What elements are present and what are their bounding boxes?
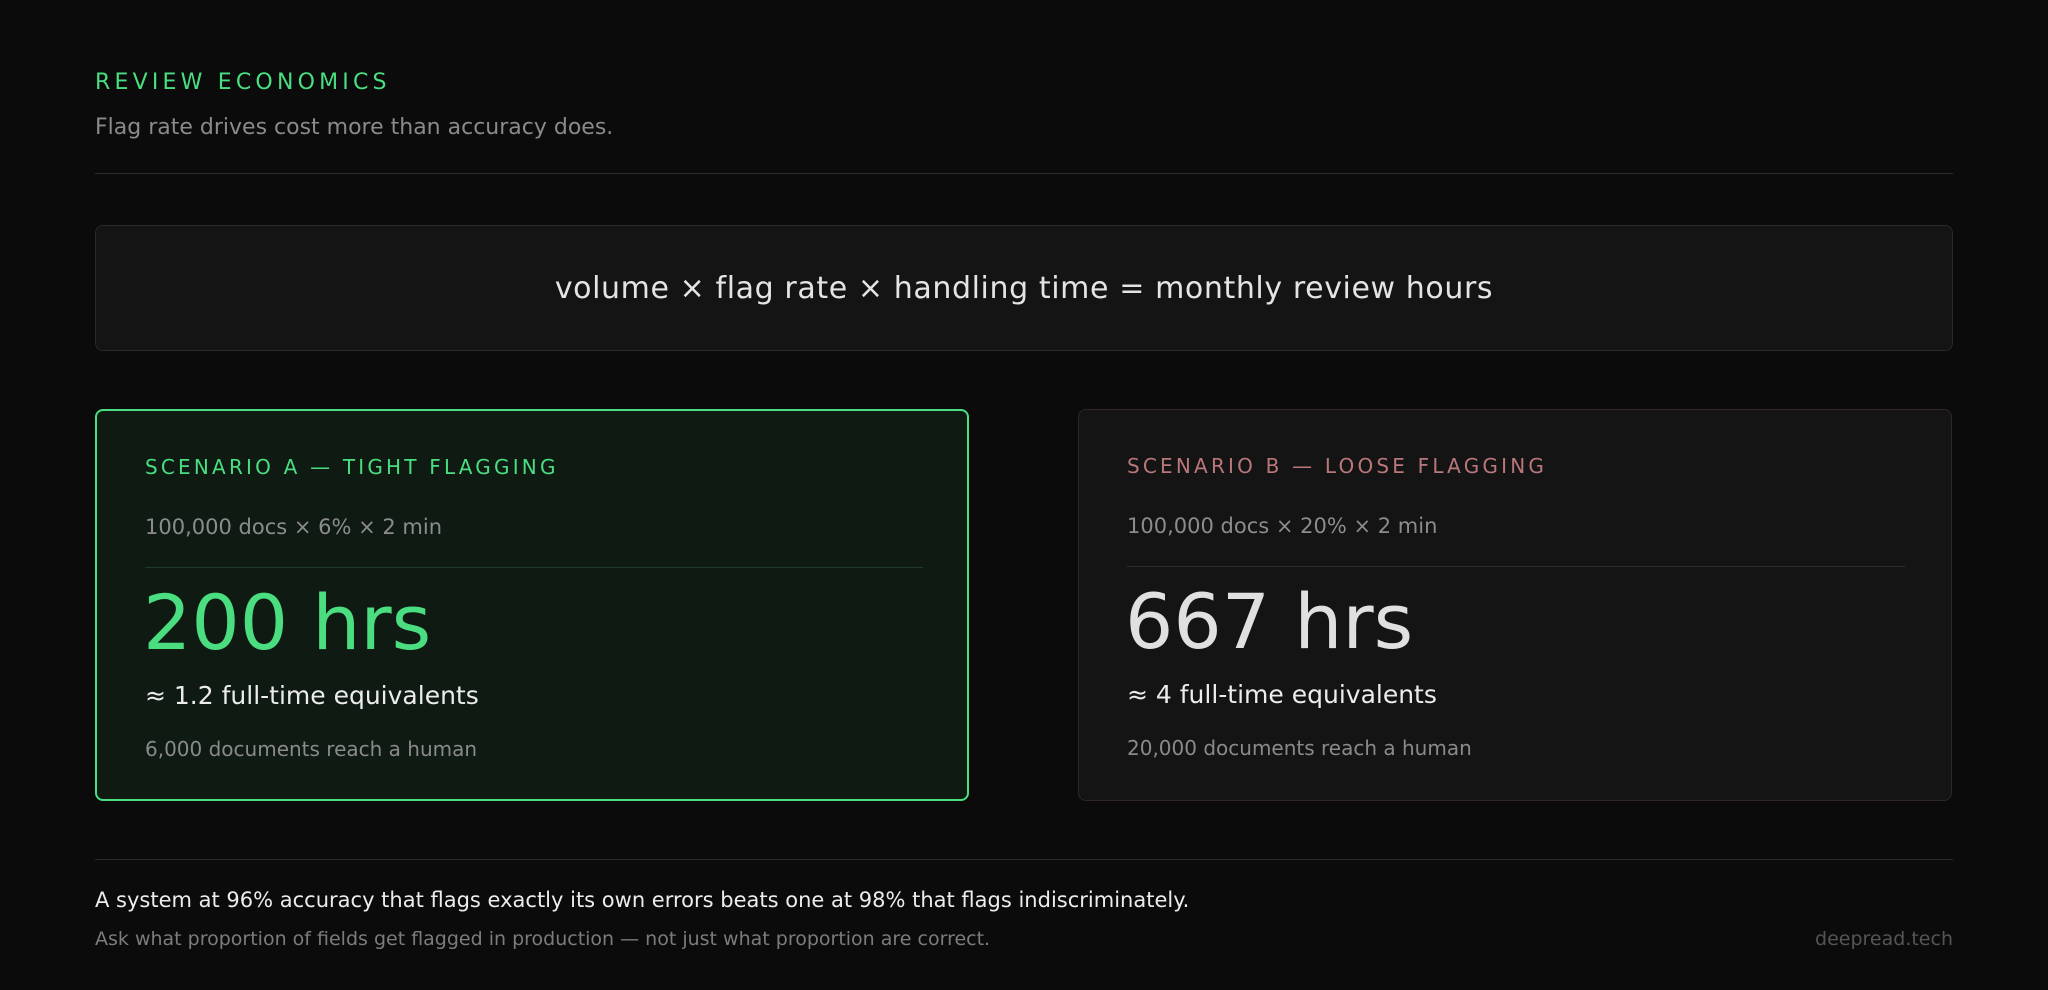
scenario-hours: 667 hrs <box>1125 577 1414 666</box>
section-subtitle: Flag rate drives cost more than accuracy… <box>95 115 614 140</box>
scenario-calculation: 100,000 docs × 20% × 2 min <box>1127 514 1438 538</box>
card-divider <box>145 567 923 568</box>
card-divider <box>1127 566 1905 567</box>
formula-text: volume × flag rate × handling time = mon… <box>554 270 1494 306</box>
scenario-fte: ≈ 4 full-time equivalents <box>1127 680 1437 709</box>
formula-panel: volume × flag rate × handling time = mon… <box>95 225 1953 351</box>
review-economics-slide: REVIEW ECONOMICS Flag rate drives cost m… <box>0 0 2048 990</box>
footer-advice: Ask what proportion of fields get flagge… <box>95 928 991 950</box>
section-eyebrow: REVIEW ECONOMICS <box>95 70 391 95</box>
scenario-fte: ≈ 1.2 full-time equivalents <box>145 681 479 710</box>
scenario-a-card: SCENARIO A — TIGHT FLAGGING 100,000 docs… <box>95 409 969 801</box>
scenario-calculation: 100,000 docs × 6% × 2 min <box>145 515 443 539</box>
header-divider <box>95 173 1953 174</box>
footer-divider <box>95 859 1953 860</box>
scenario-docs: 6,000 documents reach a human <box>145 737 478 761</box>
scenario-docs: 20,000 documents reach a human <box>1127 736 1472 760</box>
scenario-hours: 200 hrs <box>143 578 432 667</box>
scenario-label: SCENARIO A — TIGHT FLAGGING <box>145 455 559 479</box>
scenario-b-card: SCENARIO B — LOOSE FLAGGING 100,000 docs… <box>1078 409 1952 801</box>
brand-watermark: deepread.tech <box>1815 928 1953 950</box>
scenario-label: SCENARIO B — LOOSE FLAGGING <box>1127 454 1548 478</box>
footer-conclusion: A system at 96% accuracy that flags exac… <box>95 888 1190 912</box>
